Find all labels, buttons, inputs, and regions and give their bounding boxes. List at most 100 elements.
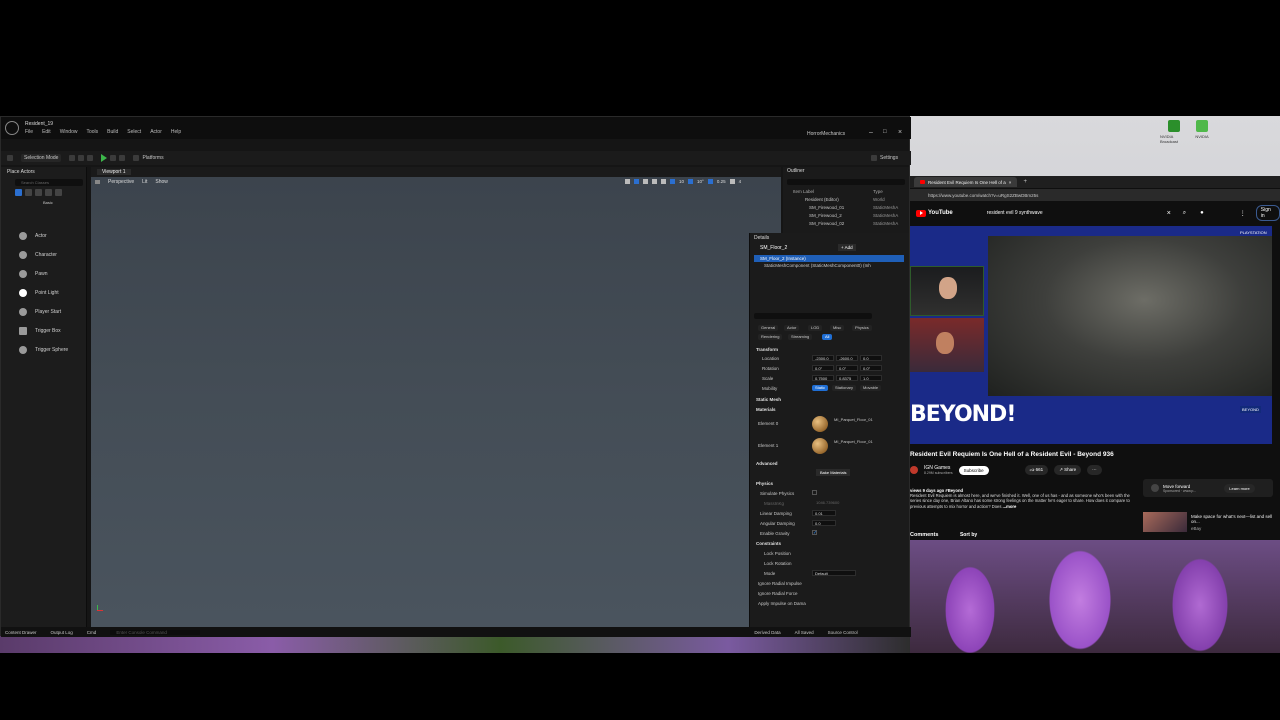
scale-snap-value[interactable]: 0.25 [717, 179, 726, 184]
scale-y-field[interactable]: 0.8375 [836, 375, 858, 381]
microphone-icon[interactable]: ● [1200, 210, 1204, 216]
location-y-field[interactable]: -2600.0 [836, 355, 858, 361]
outliner-row[interactable]: Resident (Editor) [805, 197, 839, 202]
instance-row[interactable]: SM_Floor_2 (Instance) [754, 255, 904, 262]
filter-misc[interactable]: Misc [830, 325, 845, 331]
grid-snap-value[interactable]: 10 [679, 179, 684, 184]
sort-by-button[interactable]: Sort by [960, 532, 977, 538]
class-search-input[interactable]: Search Classes [15, 179, 83, 186]
bake-materials-button[interactable]: Bake Materials [816, 469, 851, 476]
recommended-video[interactable]: Make space for what's next—list and sell… [1143, 512, 1277, 532]
video-description[interactable]: views 9 days ago #Beyond Resident Evil R… [910, 488, 1138, 518]
component-row[interactable]: StaticMeshComponent (StaticMeshComponent… [764, 263, 904, 268]
enable-gravity-checkbox[interactable]: ✓ [812, 530, 817, 536]
actor-item-pawn[interactable]: Pawn [19, 267, 89, 281]
volumes-category-icon[interactable] [55, 189, 62, 196]
menu-select[interactable]: Select [127, 129, 141, 135]
desktop-icon-broadcast[interactable]: NVIDIA Broadcast [1160, 120, 1188, 146]
like-button[interactable]: 👍︎ 661 [1024, 465, 1049, 475]
settings-button[interactable]: Settings [871, 155, 898, 161]
clear-search-icon[interactable]: × [1167, 210, 1171, 217]
filter-rendering[interactable]: Rendering [758, 334, 783, 340]
outliner-col-label[interactable]: Item Label [793, 189, 814, 194]
rotation-x-field[interactable]: 0.0° [812, 365, 834, 371]
details-search-input[interactable] [754, 313, 872, 319]
mode-dropdown[interactable]: Default [812, 570, 856, 576]
details-tab[interactable]: Details [754, 235, 769, 241]
angle-snap-value[interactable]: 10° [697, 179, 704, 184]
angular-damping-field[interactable]: 0.0 [812, 520, 836, 526]
viewport-options-button[interactable] [95, 179, 100, 185]
search-icon[interactable]: ⌕ [1183, 210, 1186, 217]
add-content-button[interactable] [69, 155, 94, 161]
select-icon[interactable] [625, 179, 630, 184]
basic-category-icon[interactable] [15, 189, 22, 196]
filter-physics[interactable]: Physics [852, 325, 872, 331]
menu-file[interactable]: File [25, 129, 33, 135]
maximize-icon[interactable]: □ [883, 129, 887, 135]
location-z-field[interactable]: 0.0 [860, 355, 882, 361]
actor-item-player-start[interactable]: Player Start [19, 305, 89, 319]
close-icon[interactable]: × [898, 129, 902, 136]
outliner-row[interactable]: SM_Firewood_01 [809, 205, 844, 210]
filter-lod[interactable]: LOD [808, 325, 823, 331]
content-drawer-button[interactable]: Content Drawer [5, 630, 37, 635]
view-mode-button[interactable]: Lit [142, 179, 147, 185]
menu-tools[interactable]: Tools [86, 129, 98, 135]
grid-snap-icon[interactable] [670, 179, 675, 184]
lights-category-icon[interactable] [25, 189, 32, 196]
youtube-logo[interactable]: YouTube [916, 209, 953, 217]
outliner-col-type[interactable]: Type [873, 189, 883, 194]
cmd-button[interactable]: Cmd [87, 630, 97, 635]
output-log-button[interactable]: Output Log [51, 630, 73, 635]
mobility-static[interactable]: Static [812, 385, 829, 391]
derived-data-button[interactable]: Derived Data [754, 630, 780, 635]
save-button[interactable] [7, 155, 13, 161]
outliner-row[interactable]: SM_Firewood_2 [809, 213, 842, 218]
source-control-button[interactable]: Source Control [828, 630, 858, 635]
browser-tab[interactable]: Resident Evil Requiem Is One Hell of a × [914, 177, 1018, 187]
rotation-y-field[interactable]: 0.0° [836, 365, 858, 371]
static-mesh-header[interactable]: Static Mesh [756, 395, 781, 403]
viewport-tab[interactable]: Viewport 1 [97, 169, 131, 175]
scale-z-field[interactable]: 1.0 [860, 375, 882, 381]
simulate-physics-checkbox[interactable] [812, 490, 817, 495]
filter-streaming[interactable]: Streaming [788, 334, 813, 340]
linear-damping-field[interactable]: 0.01 [812, 510, 836, 516]
material1-name[interactable]: MI_Parquet_Floor_01 [834, 439, 873, 444]
filter-general[interactable]: General [758, 325, 779, 331]
scale-snap-icon[interactable] [707, 179, 713, 184]
actor-item-trigger-box[interactable]: Trigger Box [19, 324, 89, 338]
all-saved-button[interactable]: All Saved [795, 630, 814, 635]
actor-item-trigger-sphere[interactable]: Trigger Sphere [19, 343, 89, 357]
new-tab-icon[interactable]: + [1023, 179, 1027, 185]
menu-edit[interactable]: Edit [42, 129, 51, 135]
menu-build[interactable]: Build [107, 129, 118, 135]
outliner-tab[interactable]: Outliner [787, 168, 805, 174]
youtube-search-input[interactable]: resident evil 9 synthwave [987, 210, 1117, 216]
desktop-icon-nvidia[interactable]: NVIDIA [1188, 120, 1216, 146]
shapes-category-icon[interactable] [35, 189, 42, 196]
sponsored-ad[interactable]: Move forward Sponsored · www.p... Learn … [1143, 479, 1273, 497]
more-actions-icon[interactable]: ⋯ [1087, 465, 1102, 475]
menu-actor[interactable]: Actor [150, 129, 162, 135]
rotate-icon[interactable] [643, 179, 648, 184]
console-input[interactable]: Enter Console Command [110, 629, 201, 635]
menu-help[interactable]: Help [171, 129, 181, 135]
learn-more-button[interactable]: Learn more [1224, 483, 1255, 493]
mode-dropdown[interactable]: Selection Mode [21, 154, 62, 162]
translate-icon[interactable] [634, 179, 639, 184]
scale-icon[interactable] [652, 179, 657, 184]
materials-header[interactable]: Materials [756, 405, 776, 413]
add-component-button[interactable]: + Add [838, 244, 856, 251]
constraints-header[interactable]: Constraints [756, 539, 781, 547]
mobility-movable[interactable]: Movable [860, 385, 882, 391]
perspective-button[interactable]: Perspective [108, 179, 134, 185]
location-label[interactable]: Location [762, 354, 779, 362]
camera-speed-value[interactable]: 4 [739, 179, 742, 184]
physics-header[interactable]: Physics [756, 479, 773, 487]
angle-snap-icon[interactable] [688, 179, 694, 184]
level-viewport[interactable]: Perspective Lit Show 10 10° 0.25 4 [91, 177, 781, 627]
address-bar[interactable]: https://www.youtube.com/watch?v=uRgS2ZBw… [910, 189, 1280, 201]
advanced-header[interactable]: Advanced [756, 459, 778, 467]
